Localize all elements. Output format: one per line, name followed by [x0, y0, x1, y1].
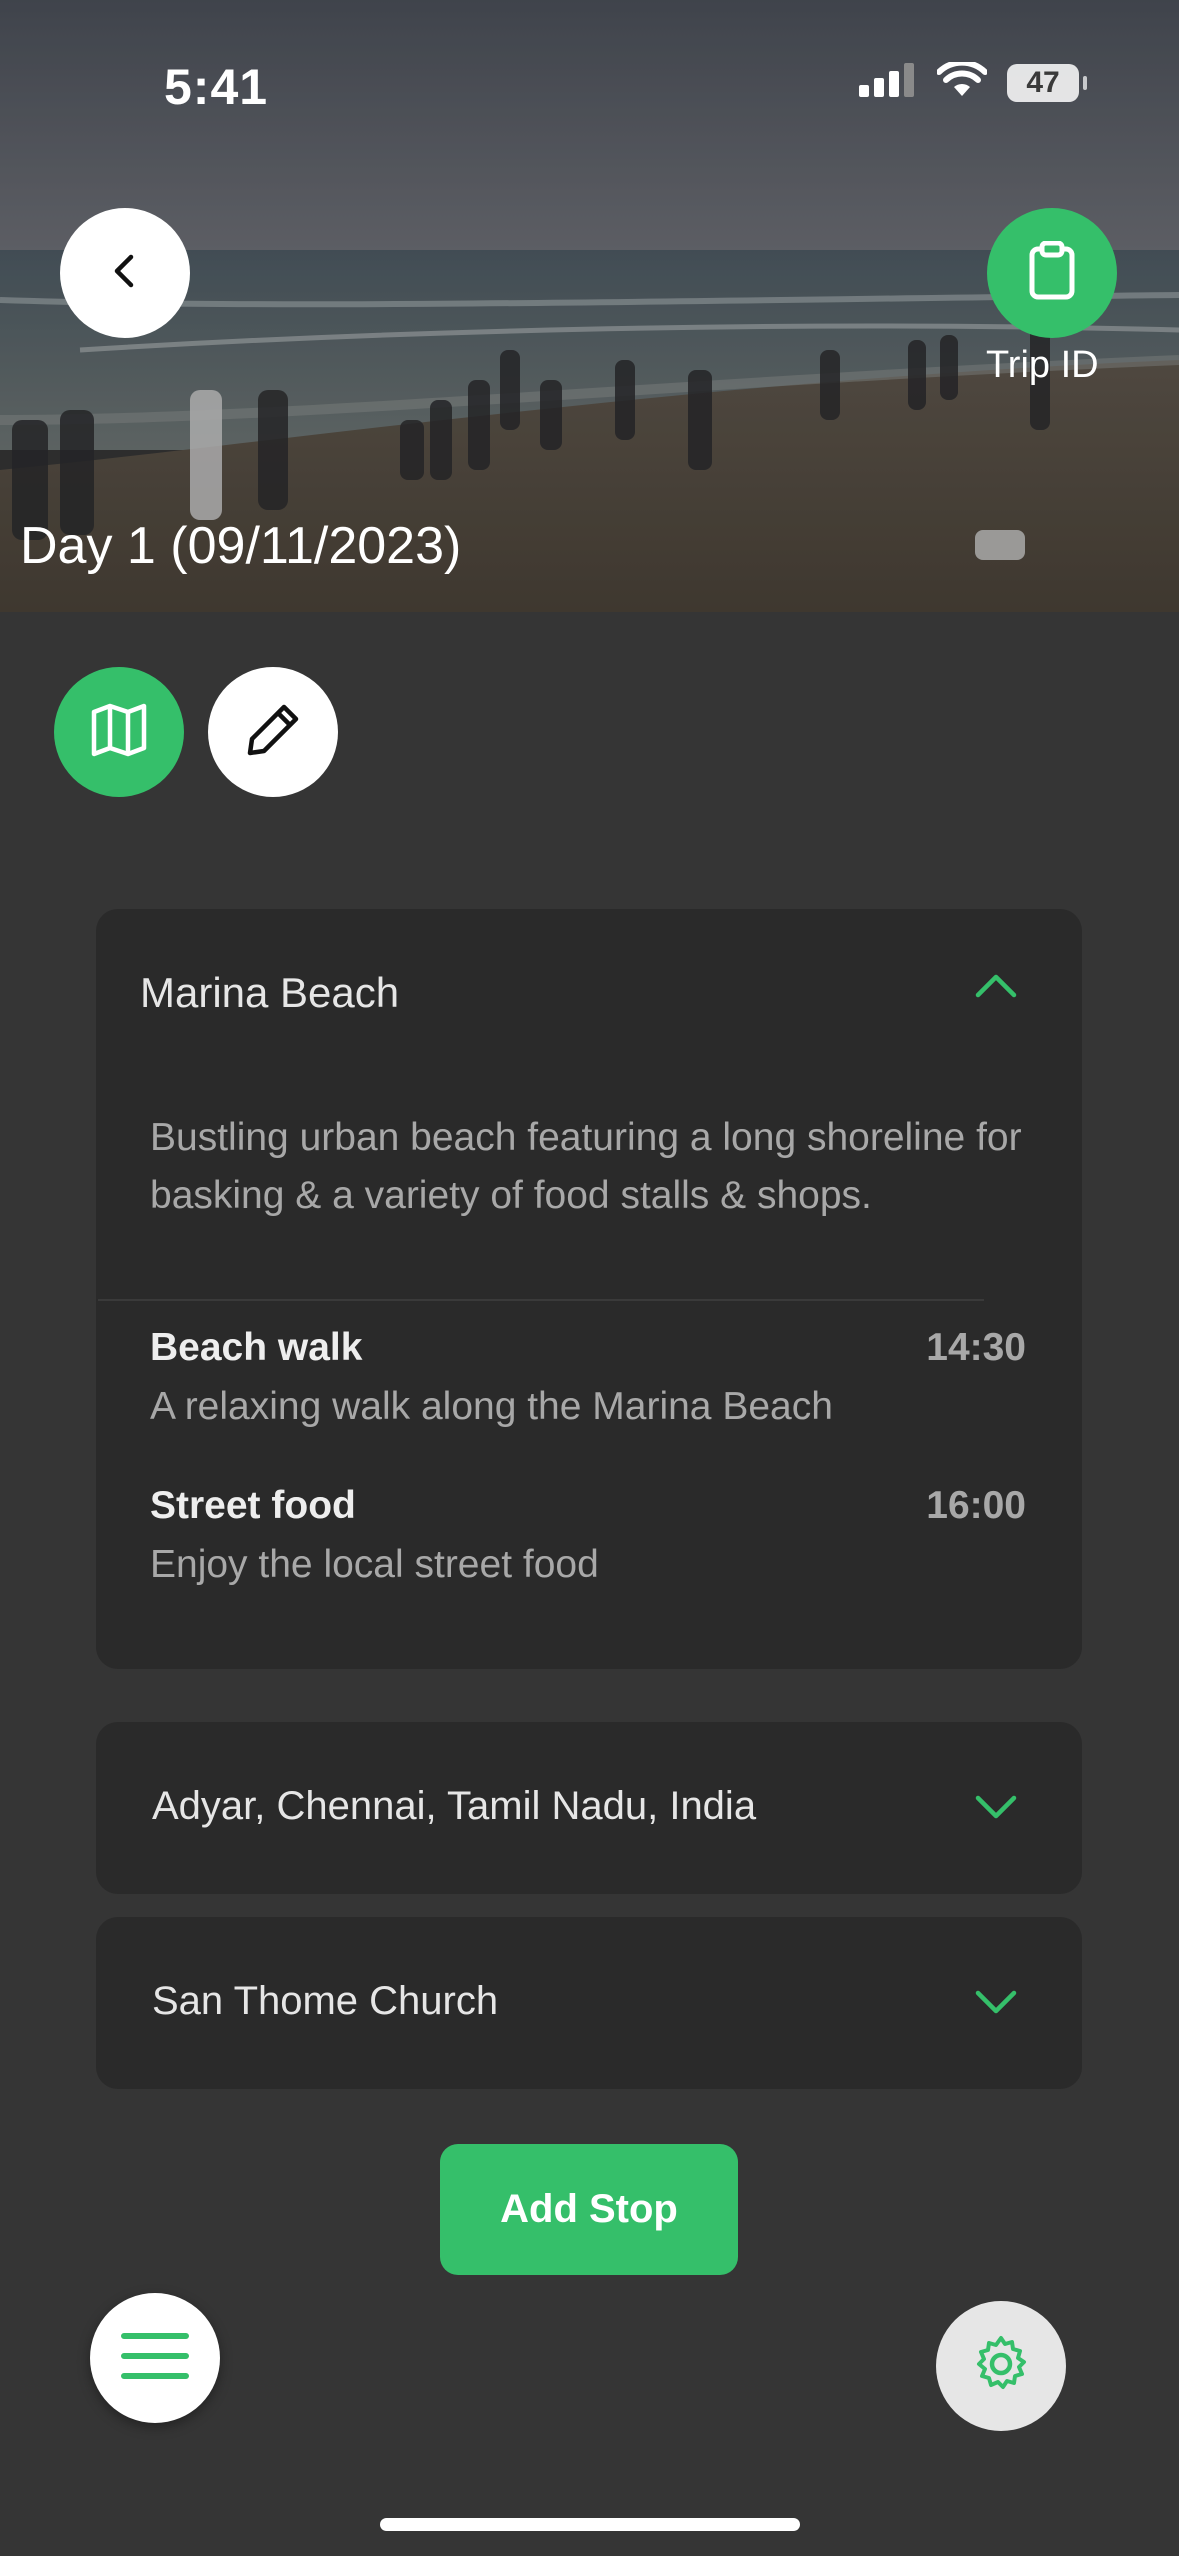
gear-icon	[971, 2334, 1031, 2399]
day-title: Day 1 (09/11/2023)	[20, 517, 462, 575]
home-indicator	[380, 2518, 800, 2531]
chevron-up-icon[interactable]	[974, 971, 1018, 1006]
stop-title[interactable]: San Thome Church	[152, 1979, 498, 2024]
chevron-left-icon	[105, 249, 145, 298]
trip-id-label: Trip ID	[986, 344, 1099, 386]
clipboard-icon	[1024, 240, 1080, 306]
activity-time: 16:00	[926, 1484, 1026, 1527]
pencil-icon	[244, 701, 302, 764]
status-icons: 47	[859, 59, 1087, 103]
activity-name: Street food	[150, 1484, 356, 1527]
chevron-down-icon[interactable]	[974, 1792, 1018, 1827]
battery-indicator: 47	[1007, 63, 1087, 102]
hamburger-menu-icon	[120, 2328, 190, 2389]
chevron-down-icon[interactable]	[974, 1987, 1018, 2022]
back-button[interactable]	[60, 208, 190, 338]
activity-description: Enjoy the local street food	[150, 1543, 599, 1586]
settings-button[interactable]	[936, 2301, 1066, 2431]
map-button[interactable]	[54, 667, 184, 797]
map-icon	[90, 702, 148, 763]
stop-card-collapsed[interactable]: Adyar, Chennai, Tamil Nadu, India	[96, 1722, 1082, 1894]
activity-time: 14:30	[926, 1326, 1026, 1369]
trip-id-button[interactable]	[987, 208, 1117, 338]
day-itinerary-screen: 5:41 47 Trip ID Day 1 (09/11/2023) Marin…	[0, 0, 1179, 2556]
menu-button[interactable]	[90, 2293, 220, 2423]
add-stop-button[interactable]: Add Stop	[440, 2144, 738, 2275]
wifi-icon	[936, 59, 988, 103]
stop-title[interactable]: Marina Beach	[140, 969, 399, 1017]
cellular-signal-icon	[859, 63, 917, 102]
status-time: 5:41	[164, 59, 269, 115]
divider	[98, 1299, 984, 1301]
stop-card-collapsed[interactable]: San Thome Church	[96, 1917, 1082, 2089]
activity-description: A relaxing walk along the Marina Beach	[150, 1385, 833, 1428]
activity-name: Beach walk	[150, 1326, 363, 1369]
stop-title[interactable]: Adyar, Chennai, Tamil Nadu, India	[152, 1784, 756, 1829]
stop-description: Bustling urban beach featuring a long sh…	[150, 1116, 1022, 1217]
edit-button[interactable]	[208, 667, 338, 797]
